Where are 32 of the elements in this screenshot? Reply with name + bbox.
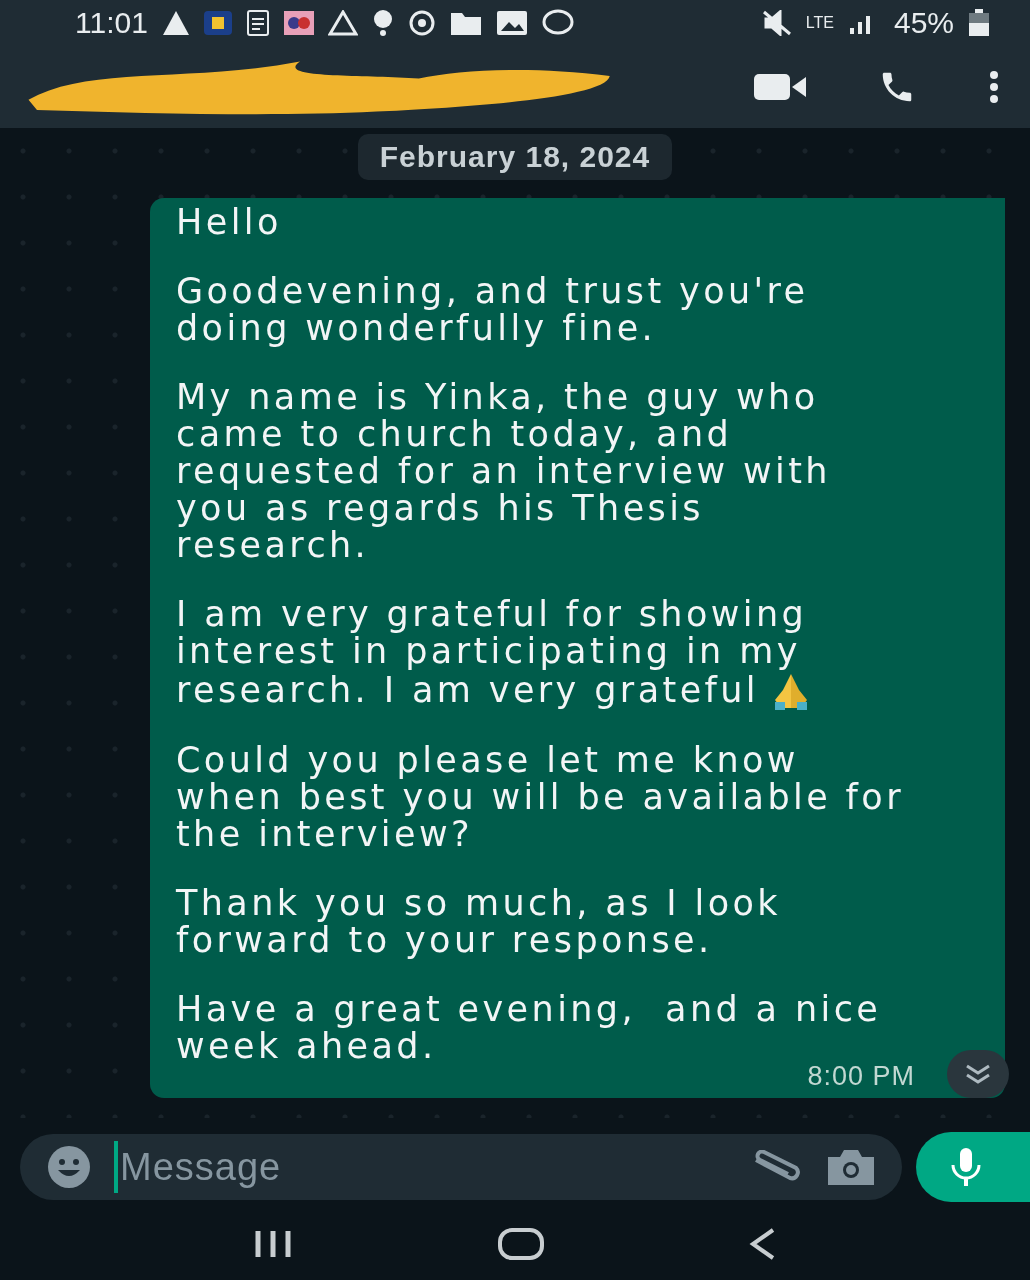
app-icon <box>203 11 232 35</box>
emoji-icon[interactable] <box>46 1144 92 1190</box>
image-icon <box>495 10 528 36</box>
battery-icon <box>968 9 990 37</box>
double-chevron-icon <box>964 1063 992 1085</box>
message-bar[interactable]: Message <box>20 1134 902 1200</box>
microphone-icon <box>949 1147 983 1187</box>
circle-icon <box>407 9 436 37</box>
message-paragraph: Thank you so much, as I look forward to your response. <box>176 885 782 959</box>
date-label: February 18, 2024 <box>357 134 673 180</box>
scroll-down-button[interactable] <box>947 1050 1009 1098</box>
message-paragraph: I am very grateful for showing interest in participating in my research. I am very grateful <box>176 596 811 710</box>
home-button[interactable] <box>498 1228 544 1260</box>
network-label: LTE <box>805 14 834 32</box>
camera-icon[interactable] <box>826 1147 876 1187</box>
mute-icon <box>761 10 792 36</box>
microphone-button[interactable] <box>916 1132 1030 1202</box>
battery-percentage: 45% <box>893 6 954 40</box>
warning-icon <box>161 10 190 36</box>
triangle-icon <box>327 10 358 36</box>
document-icon <box>245 10 270 36</box>
clock-time: 11:01 <box>75 6 148 40</box>
message-paragraph: Hello <box>176 204 282 241</box>
location-pin-icon <box>371 9 394 37</box>
folder-icon <box>449 10 482 36</box>
more-options-icon[interactable] <box>988 70 1000 104</box>
message-paragraph: Could you please let me know when best you will be available for the interview? <box>176 742 904 853</box>
message-field[interactable]: Message <box>114 1141 728 1193</box>
app-icon <box>283 11 314 35</box>
message-paragraph: Goodevening, and trust you're doing wonderfully fine. <box>176 273 809 347</box>
message-paragraph: My name is Yinka, the guy who came to church today, and requested for an interview with you as regards his Thesis research. <box>176 379 831 564</box>
video-call-icon[interactable] <box>754 72 806 102</box>
